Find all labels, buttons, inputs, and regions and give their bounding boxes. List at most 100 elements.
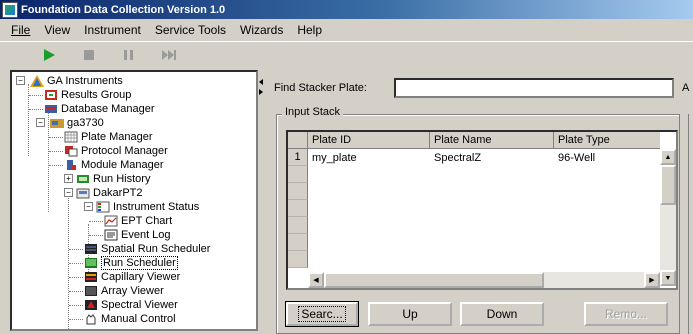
- tree-item-protocol-manager[interactable]: Protocol Manager: [64, 144, 168, 158]
- right-group-edge: [688, 114, 693, 334]
- spectral-icon: [85, 300, 97, 310]
- scroll-left-button[interactable]: ◀: [308, 272, 324, 288]
- tree-item-array-viewer[interactable]: Array Viewer: [84, 284, 164, 298]
- collapse-toggle[interactable]: −: [16, 76, 25, 85]
- tree-item-dakarpt2[interactable]: DakarPT2: [76, 186, 143, 200]
- play-button[interactable]: [36, 45, 62, 65]
- row-number: [288, 200, 308, 217]
- vertical-scrollbar[interactable]: ▲ ▼: [660, 149, 676, 286]
- scroll-thumb[interactable]: [324, 272, 544, 288]
- run-history-icon: [77, 175, 89, 183]
- tree-item-results-group[interactable]: Results Group: [44, 88, 131, 102]
- skip-button[interactable]: [156, 45, 182, 65]
- tree-line: [69, 277, 83, 278]
- scroll-up-button[interactable]: ▲: [660, 149, 676, 165]
- tree-item-plate-manager[interactable]: Plate Manager: [64, 130, 153, 144]
- tree-line: [48, 112, 49, 212]
- hand-icon: [86, 314, 96, 325]
- tree-item-manual-control[interactable]: Manual Control: [84, 312, 176, 326]
- remove-button[interactable]: Remo...: [584, 302, 668, 326]
- app-icon: [2, 1, 18, 18]
- protocol-icon: [65, 146, 78, 157]
- menu-wizards[interactable]: Wizards: [233, 23, 290, 37]
- up-button[interactable]: Up: [368, 302, 452, 326]
- title-bar: Foundation Data Collection Version 1.0: [0, 0, 693, 19]
- find-stacker-label: Find Stacker Plate:: [274, 82, 367, 94]
- row-number: [288, 234, 308, 251]
- tree-item-module-manager[interactable]: Module Manager: [64, 158, 164, 172]
- scroll-right-button[interactable]: ▶: [644, 272, 660, 288]
- stop-button[interactable]: [76, 45, 102, 65]
- navigation-tree: − GA Instruments Results Group Database …: [10, 70, 258, 331]
- tree-line: [69, 319, 83, 320]
- column-header-plate-name[interactable]: Plate Name: [430, 132, 554, 149]
- tree-line: [69, 263, 83, 264]
- instrument-box-icon: [76, 188, 90, 199]
- collapse-toggle[interactable]: −: [36, 118, 45, 127]
- tree-item-instrument-status[interactable]: Instrument Status: [96, 200, 199, 214]
- scroll-down-button[interactable]: ▼: [660, 270, 676, 286]
- toolbar: [0, 41, 693, 67]
- menu-service-tools[interactable]: Service Tools: [148, 23, 233, 37]
- row-number-header: [288, 132, 308, 149]
- horizontal-scrollbar[interactable]: ◀ ▶: [308, 272, 660, 288]
- status-icon: [96, 201, 110, 213]
- tree-item-run-scheduler[interactable]: Run Scheduler: [84, 256, 178, 270]
- tree-item-database-manager[interactable]: Database Manager: [44, 102, 155, 116]
- cell-plate-id[interactable]: my_plate: [308, 149, 430, 166]
- array-icon: [85, 286, 97, 296]
- tree-item-spatial-run-scheduler[interactable]: Spatial Run Scheduler: [84, 242, 210, 256]
- window-title: Foundation Data Collection Version 1.0: [21, 3, 226, 16]
- tree-item-ept-chart[interactable]: EPT Chart: [104, 214, 172, 228]
- tree-item-ga3730[interactable]: ga3730: [50, 116, 104, 130]
- scheduler-icon: [85, 258, 97, 268]
- tree-line: [89, 221, 103, 222]
- menu-help[interactable]: Help: [290, 23, 329, 37]
- collapse-toggle[interactable]: −: [64, 188, 73, 197]
- search-button[interactable]: Searc...: [285, 301, 359, 327]
- tree-line: [49, 137, 63, 138]
- plate-grid-icon: [64, 131, 78, 143]
- menu-file[interactable]: File: [4, 23, 37, 37]
- capillary-icon: [85, 272, 97, 282]
- input-stack-title: Input Stack: [282, 106, 344, 118]
- row-number: [288, 166, 308, 183]
- tree-item-ga-instruments[interactable]: GA Instruments: [30, 74, 123, 88]
- plate-table: Plate ID Plate Name Plate Type 1 my_plat…: [286, 130, 678, 290]
- tree-item-run-history[interactable]: Run History: [76, 172, 150, 186]
- spatial-icon: [85, 244, 97, 254]
- instrument-icon: [50, 119, 64, 128]
- row-number: 1: [288, 149, 308, 166]
- pause-icon: [124, 49, 133, 60]
- main-panel: Find Stacker Plate: A Input Stack Plate …: [264, 70, 693, 334]
- column-header-plate-type[interactable]: Plate Type: [554, 132, 660, 149]
- log-icon: [104, 229, 118, 241]
- results-group-icon: [45, 90, 57, 100]
- clipped-label: A: [682, 82, 690, 94]
- menu-instrument[interactable]: Instrument: [77, 23, 148, 37]
- row-number: [288, 251, 308, 268]
- menu-bar: File View Instrument Service Tools Wizar…: [0, 19, 693, 41]
- tree-line: [29, 109, 43, 110]
- row-number: [288, 183, 308, 200]
- pause-button[interactable]: [116, 45, 142, 65]
- find-stacker-input[interactable]: [394, 78, 674, 98]
- tree-item-spectral-viewer[interactable]: Spectral Viewer: [84, 298, 178, 312]
- scroll-thumb[interactable]: [660, 165, 676, 205]
- chart-icon: [104, 215, 118, 227]
- collapse-toggle[interactable]: −: [84, 202, 93, 211]
- menu-view[interactable]: View: [37, 23, 77, 37]
- column-header-plate-id[interactable]: Plate ID: [308, 132, 430, 149]
- stop-icon: [84, 49, 94, 60]
- expand-toggle[interactable]: +: [64, 174, 73, 183]
- play-icon: [44, 48, 55, 61]
- down-button[interactable]: Down: [460, 302, 544, 326]
- tree-line: [29, 95, 43, 96]
- triangle-logo-icon: [30, 75, 44, 87]
- tree-item-event-log[interactable]: Event Log: [104, 228, 171, 242]
- cell-plate-type[interactable]: 96-Well: [554, 149, 660, 166]
- module-icon: [67, 160, 76, 170]
- tree-line: [49, 151, 63, 152]
- tree-item-capillary-viewer[interactable]: Capillary Viewer: [84, 270, 180, 284]
- cell-plate-name[interactable]: SpectralZ: [430, 149, 554, 166]
